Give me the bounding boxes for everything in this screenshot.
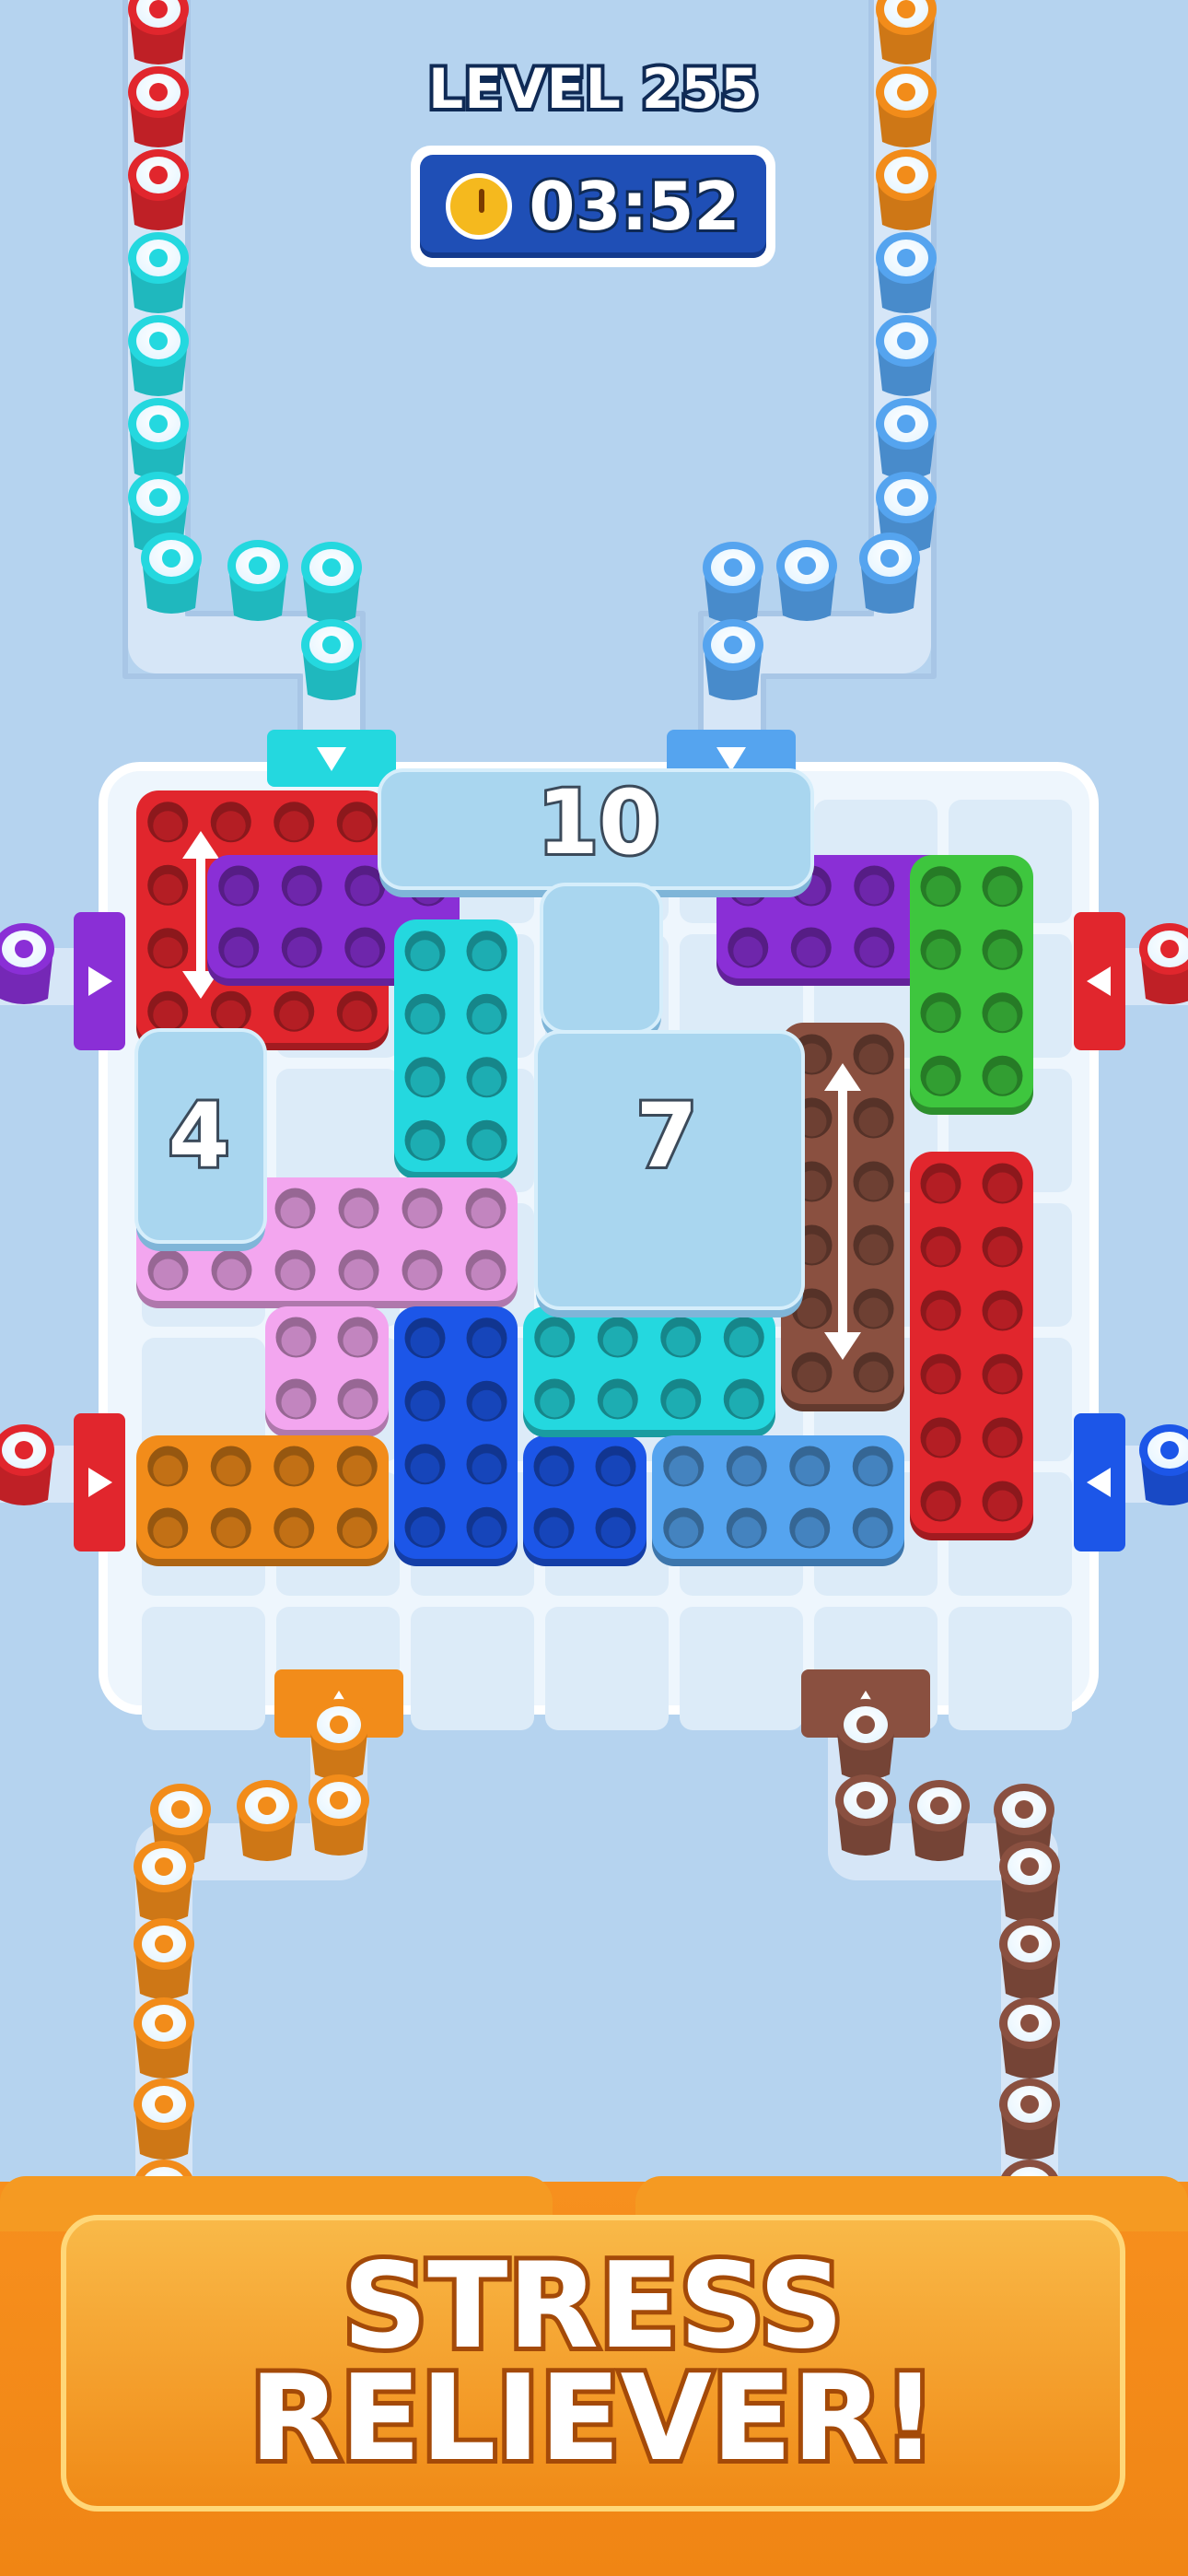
grid-cell xyxy=(680,1607,803,1730)
piece-lightblue[interactable] xyxy=(652,1435,904,1566)
cup-cyan xyxy=(128,398,189,479)
cup-orange xyxy=(237,1780,297,1861)
ice-block-4[interactable]: 4 xyxy=(134,1028,267,1251)
cup-brown xyxy=(835,1774,896,1856)
piece-orange[interactable] xyxy=(136,1435,389,1566)
promo-banner: STRESS RELIEVER! xyxy=(61,2215,1125,2512)
cup-cyan xyxy=(128,315,189,396)
ice-counter: 7 xyxy=(636,1084,698,1188)
cup-orange xyxy=(876,149,937,230)
cup-lightblue xyxy=(776,540,837,621)
cup-brown xyxy=(999,1841,1060,1922)
gate-left-red xyxy=(74,1413,125,1551)
cup-red xyxy=(0,1424,54,1505)
cup-brown xyxy=(999,1997,1060,2078)
gate-right-red xyxy=(1074,912,1125,1050)
banner-line-1: STRESS xyxy=(338,2238,848,2375)
stopwatch-icon xyxy=(446,173,513,240)
grid-cell xyxy=(411,1607,534,1730)
cup-orange xyxy=(134,1997,194,2078)
cup-lightblue xyxy=(703,542,763,623)
cup-brown xyxy=(835,1699,896,1780)
cup-lightblue xyxy=(876,398,937,479)
timer-value: 03:52 xyxy=(526,165,742,248)
cup-red xyxy=(128,0,189,64)
gate-left-purple xyxy=(74,912,125,1050)
grid-cell xyxy=(142,1607,265,1730)
piece-cyan-horizontal[interactable] xyxy=(523,1306,775,1437)
cup-red xyxy=(128,149,189,230)
piece-green[interactable] xyxy=(910,855,1033,1115)
cup-cyan xyxy=(128,232,189,313)
cup-lightblue xyxy=(859,533,920,614)
gate-right-blue xyxy=(1074,1413,1125,1551)
cup-orange xyxy=(876,0,937,64)
piece-red-vertical-right[interactable] xyxy=(910,1152,1033,1540)
cup-blue xyxy=(1139,1424,1188,1505)
cup-purple xyxy=(0,923,54,1004)
level-title: LEVEL 255 xyxy=(425,53,763,125)
cup-orange xyxy=(134,1841,194,1922)
cup-lightblue xyxy=(876,232,937,313)
cup-orange xyxy=(134,1918,194,1999)
timer-badge: 03:52 xyxy=(411,146,775,267)
cup-cyan xyxy=(301,542,362,623)
ice-counter: 4 xyxy=(169,1084,230,1188)
cup-cyan xyxy=(227,540,288,621)
cup-orange xyxy=(309,1699,369,1780)
grid-cell xyxy=(276,1069,400,1192)
gate-top-cyan xyxy=(267,730,396,787)
cup-lightblue xyxy=(876,315,937,396)
game-screen: 10 4 7 LEVEL 255 03:52 STRESS RELIEVER! xyxy=(0,0,1188,2576)
cup-brown xyxy=(909,1780,970,1861)
banner-line-2: RELIEVER! xyxy=(245,2350,941,2488)
ice-counter: 10 xyxy=(537,771,660,874)
grid-cell xyxy=(949,1607,1072,1730)
grid-cell xyxy=(545,1607,669,1730)
cup-orange xyxy=(309,1774,369,1856)
cup-brown xyxy=(999,2078,1060,2160)
piece-cyan-vertical[interactable] xyxy=(394,919,518,1179)
ice-block-7[interactable]: 7 xyxy=(534,1030,805,1317)
cup-brown xyxy=(999,1918,1060,1999)
cup-cyan xyxy=(141,533,202,614)
cup-cyan xyxy=(301,619,362,700)
cup-lightblue xyxy=(703,619,763,700)
cup-orange xyxy=(134,2078,194,2160)
cup-red xyxy=(1139,923,1188,1004)
